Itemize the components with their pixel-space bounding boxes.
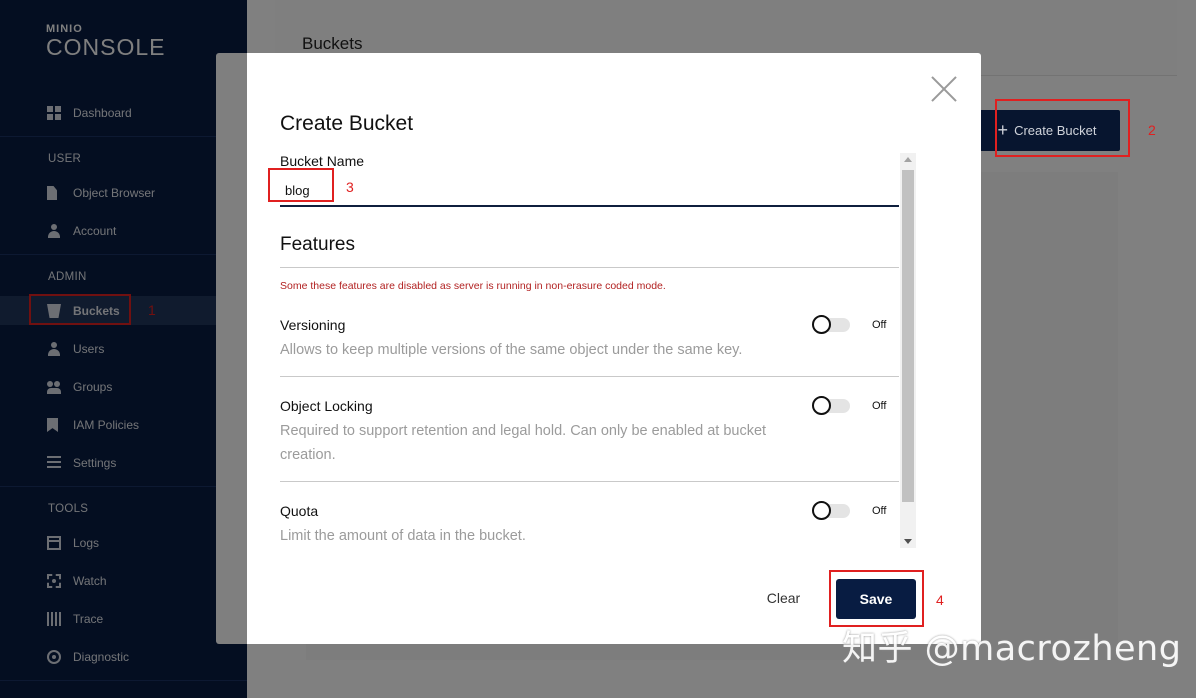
annotation-number: 2 bbox=[1148, 122, 1156, 138]
sidebar-item-dashboard[interactable]: Dashboard bbox=[47, 102, 217, 124]
sidebar-section-user: USER bbox=[48, 153, 82, 165]
annotation-number: 1 bbox=[148, 302, 156, 318]
settings-icon bbox=[47, 456, 61, 470]
quota-description: Limit the amount of data in the bucket. bbox=[280, 528, 526, 544]
annotation-number: 3 bbox=[346, 179, 354, 195]
sidebar-item-watch[interactable]: Watch bbox=[47, 570, 217, 592]
user-icon bbox=[47, 342, 61, 356]
minio-console-logo: MINIO CONSOLE bbox=[46, 24, 166, 60]
trace-icon bbox=[47, 612, 61, 626]
versioning-state: Off bbox=[872, 319, 887, 331]
divider bbox=[280, 376, 899, 377]
sidebar-divider bbox=[0, 254, 247, 255]
logs-icon bbox=[47, 536, 61, 550]
annotation-box-create-bucket bbox=[995, 99, 1130, 157]
watch-icon bbox=[47, 574, 61, 588]
features-warning: Some these features are disabled as serv… bbox=[280, 280, 666, 292]
scroll-down-icon[interactable] bbox=[904, 539, 912, 544]
dashboard-icon bbox=[47, 106, 61, 120]
sidebar-item-account[interactable]: Account bbox=[47, 220, 217, 242]
annotation-box-bucket-name bbox=[268, 168, 334, 202]
sidebar-item-label: Diagnostic bbox=[73, 650, 130, 664]
toggle-knob bbox=[812, 315, 831, 334]
versioning-label: Versioning bbox=[280, 317, 346, 333]
file-icon bbox=[47, 186, 57, 200]
policy-icon bbox=[47, 418, 58, 432]
annotation-box-save bbox=[829, 570, 924, 627]
versioning-description: Allows to keep multiple versions of the … bbox=[280, 342, 743, 358]
sidebar-divider bbox=[0, 136, 247, 137]
sidebar-divider bbox=[0, 486, 247, 487]
divider bbox=[280, 267, 899, 268]
close-icon[interactable] bbox=[930, 75, 958, 103]
create-bucket-dialog: Create Bucket Bucket Name Features Some … bbox=[216, 53, 981, 644]
form-scrollbar[interactable] bbox=[900, 153, 916, 548]
account-icon bbox=[47, 224, 61, 238]
sidebar-item-trace[interactable]: Trace bbox=[47, 608, 217, 630]
sidebar-item-label: Logs bbox=[73, 536, 100, 550]
scroll-up-icon[interactable] bbox=[904, 157, 912, 162]
divider bbox=[280, 481, 899, 482]
page-title: Buckets bbox=[302, 34, 363, 53]
features-heading: Features bbox=[280, 234, 355, 255]
sidebar-item-logs[interactable]: Logs bbox=[47, 532, 217, 554]
sidebar-item-settings[interactable]: Settings bbox=[47, 452, 217, 474]
sidebar: MINIO CONSOLE Dashboard USER Object Brow… bbox=[0, 0, 247, 698]
sidebar-divider bbox=[0, 680, 247, 681]
quota-state: Off bbox=[872, 505, 887, 517]
sidebar-item-diagnostic[interactable]: Diagnostic bbox=[47, 646, 217, 668]
diagnostic-icon bbox=[47, 650, 61, 664]
sidebar-item-iam-policies[interactable]: IAM Policies bbox=[47, 414, 217, 436]
bucket-name-input[interactable] bbox=[280, 175, 899, 207]
toggle-knob bbox=[812, 501, 831, 520]
sidebar-section-admin: ADMIN bbox=[48, 271, 87, 283]
quota-label: Quota bbox=[280, 503, 319, 519]
object-locking-label: Object Locking bbox=[280, 398, 373, 414]
annotation-number: 4 bbox=[936, 592, 944, 608]
watermark-text: 知乎 @macrozheng bbox=[842, 629, 1182, 669]
toggle-knob bbox=[812, 396, 831, 415]
sidebar-item-groups[interactable]: Groups bbox=[47, 376, 217, 398]
sidebar-item-users[interactable]: Users bbox=[47, 338, 217, 360]
logo-large-text: CONSOLE bbox=[46, 34, 166, 60]
sidebar-item-label: Settings bbox=[73, 456, 117, 470]
sidebar-item-label: Users bbox=[73, 342, 105, 356]
versioning-toggle[interactable] bbox=[812, 315, 850, 334]
groups-icon bbox=[47, 380, 61, 394]
object-locking-state: Off bbox=[872, 400, 887, 412]
sidebar-item-label: Groups bbox=[73, 380, 113, 394]
sidebar-item-label: Account bbox=[73, 224, 117, 238]
object-locking-toggle[interactable] bbox=[812, 396, 850, 415]
sidebar-item-label: Dashboard bbox=[73, 106, 132, 120]
sidebar-section-tools: TOOLS bbox=[48, 503, 89, 515]
object-locking-description: Required to support retention and legal … bbox=[280, 423, 767, 463]
dialog-title: Create Bucket bbox=[280, 112, 414, 135]
sidebar-item-object-browser[interactable]: Object Browser bbox=[47, 182, 217, 204]
annotation-box-buckets bbox=[29, 294, 131, 325]
sidebar-item-label: IAM Policies bbox=[73, 418, 140, 432]
dialog-form: Bucket Name Features Some these features… bbox=[280, 153, 900, 548]
sidebar-item-label: Watch bbox=[73, 574, 107, 588]
quota-toggle[interactable] bbox=[812, 501, 850, 520]
sidebar-item-label: Object Browser bbox=[73, 186, 156, 200]
clear-button[interactable]: Clear bbox=[751, 581, 816, 615]
scrollbar-thumb[interactable] bbox=[902, 170, 914, 502]
sidebar-item-label: Trace bbox=[73, 612, 104, 626]
bucket-name-label: Bucket Name bbox=[280, 153, 365, 169]
